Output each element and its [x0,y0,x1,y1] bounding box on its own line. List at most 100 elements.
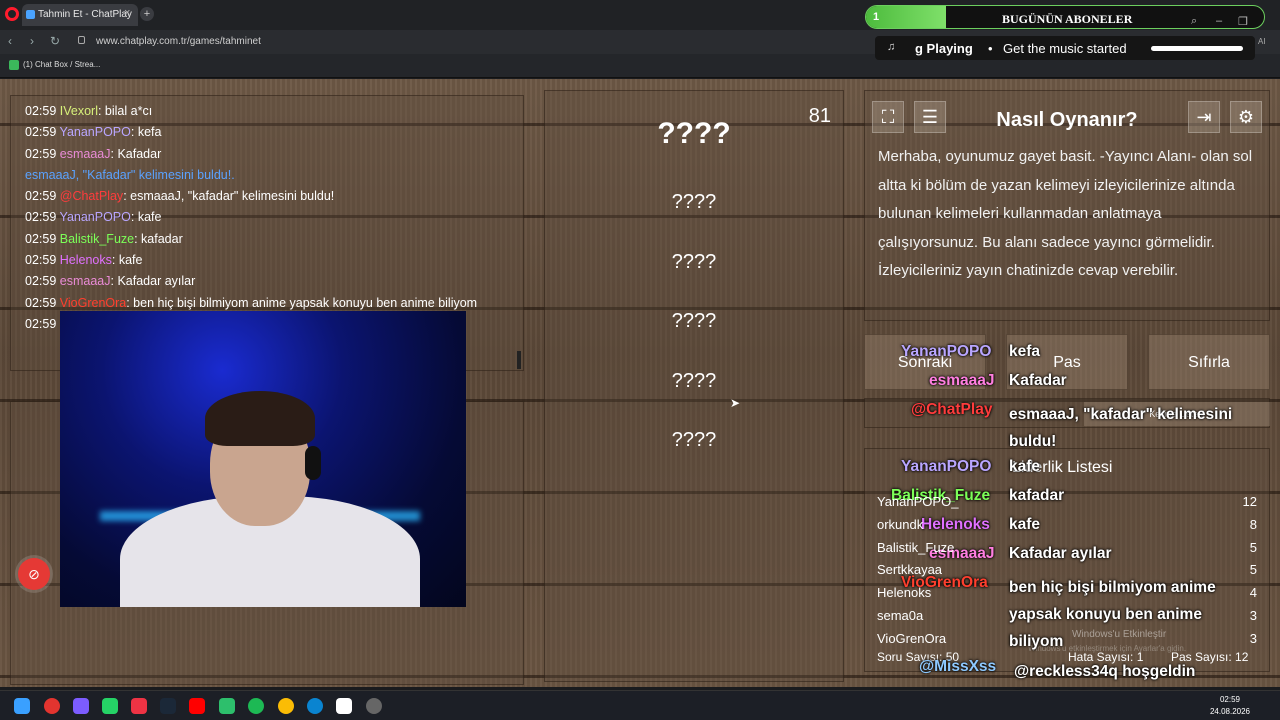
leaderboard-name: VioGrenOra [877,630,947,646]
chat-system-text: esmaaaJ, "Kafadar" kelimesini buldu!. [25,167,235,182]
reload-icon[interactable]: ↻ [50,34,60,48]
webcam-feed [60,311,466,607]
leaderboard-score: 5 [1249,562,1257,578]
chat-text: : kafadar [134,231,183,246]
chat-text: : kefa [130,125,162,140]
headphone-icon [305,446,321,480]
chat-username[interactable]: IVexorl [60,104,98,118]
chat-username[interactable]: Balistik_Fuze [60,232,134,246]
discord-icon[interactable] [73,698,89,714]
chat-time: 02:59 [25,210,57,225]
chat-username[interactable]: YananPOPO [60,210,131,224]
overlay-chat-text: kafe [1009,516,1041,533]
whatsapp-icon[interactable] [102,698,118,714]
app2-icon[interactable] [219,698,235,714]
taskbar: 02:59 24.08.2026 [0,690,1280,720]
music-status: g Playing [915,41,973,56]
chat-message: 02:59 YananPOPO: kefa [25,122,509,143]
chat-message: 02:59 esmaaaJ: Kafadar ayılar [25,271,509,292]
chat-username[interactable]: esmaaaJ [60,147,111,161]
chat-username[interactable]: VioGrenOra [60,296,126,310]
chat-text: : Kafadar [110,146,162,161]
steam-icon[interactable] [160,698,176,714]
chat-scrollbar[interactable] [517,351,521,369]
leaderboard-score: 4 [1249,585,1257,601]
browser-tab[interactable]: Tahmin Et - ChatPlay [22,4,138,26]
chat-text: : kafe [111,253,143,268]
chat-message: 02:59 Balistik_Fuze: kafadar [25,229,509,250]
clock-date: 24.08.2026 [1209,707,1250,716]
edge-icon[interactable] [307,698,323,714]
overlay-chat-username: @ChatPlay [911,401,993,418]
record-icon[interactable]: ⊘ [18,558,50,590]
streamer-hair [205,391,315,446]
chat-username[interactable]: Helenoks [60,253,112,267]
opera-logo-icon[interactable] [5,7,19,21]
leaderboard-name: Helenoks [877,585,932,601]
chat-text: : ben hiç bişi bilmiyom anime yapsak kon… [126,295,478,310]
windows-start-icon[interactable] [14,698,30,714]
music-note-icon: ♫ [887,41,896,53]
new-tab-button[interactable]: + [140,7,154,21]
tab-close-icon[interactable]: × [124,8,130,19]
leaderboard-score: 12 [1242,494,1257,509]
tab-favicon-icon [26,10,35,19]
chat-message: 02:59 IVexorl: bilal a*cı [25,101,509,122]
overlay-chat-text: kafe [1009,458,1041,475]
youtube-icon[interactable] [189,698,205,714]
chrome-icon[interactable] [278,698,294,714]
chat-username[interactable]: YananPOPO [60,125,131,139]
overlay-chat-text: kefa [1009,343,1041,360]
leaderboard-score: 5 [1249,539,1257,555]
chat-message: 02:59 YananPOPO: kafe [25,207,509,228]
music-text: Get the music started [1003,41,1127,56]
leaderboard-name: Balistik_Fuze [877,539,955,555]
back-icon[interactable]: ‹ [8,34,12,48]
search-icon[interactable]: ⌕ [1191,15,1197,28]
tab-title: Tahmin Et - ChatPlay [38,9,132,20]
subscriber-goal-bar: 1 BUGÜNÜN ABONELER ⌕ – ❐ [865,5,1265,29]
overlay-chat-username: YananPOPO [901,343,992,360]
chat-time: 02:59 [25,189,57,204]
hidden-word: ???? [671,369,717,392]
chat-username[interactable]: esmaaaJ [60,274,111,288]
url-field[interactable]: www.chatplay.com.tr/games/tahminet [96,36,261,47]
chat-time: 02:59 [25,231,57,246]
music-separator: • [988,41,993,56]
chat-message: esmaaaJ, "Kafadar" kelimesini buldu!. [25,165,509,186]
overlay-chat-text: Kafadar [1009,372,1067,389]
lock-icon [78,36,85,44]
chat-time: 02:59 [25,253,57,268]
hidden-word: ???? [671,310,717,332]
chat-text: : Kafadar ayılar [110,274,196,289]
chat-text: : bilal a*cı [97,104,153,118]
forward-icon[interactable]: › [30,34,34,48]
howto-panel: ⛶ ☰ Nasıl Oynanır? ⇥ ⚙ Merhaba, oyunumuz… [864,90,1270,321]
howto-text: Merhaba, oyunumuz gayet basit. -Yayıncı … [878,148,1253,280]
hidden-word: ???? [671,429,717,451]
leaderboard-name: YananPOPO_ [877,494,959,509]
overlay-chat-text: ben hiç bişi bilmiyom anime yapsak konuy… [1009,579,1216,650]
settings-icon[interactable] [366,698,382,714]
reset-button[interactable]: Sıfırla [1148,334,1270,390]
hidden-word: ???? [671,191,717,213]
spotify-icon[interactable] [248,698,264,714]
restore-icon[interactable]: ❐ [1238,15,1248,28]
words-panel: 81 ???? ???????????????????? [544,90,844,682]
overlay-chat-text: esmaaaJ, "kafadar" kelimesini buldu! [1009,406,1233,450]
exit-icon[interactable]: ⇥ [1188,101,1220,133]
minimize-icon[interactable]: – [1216,15,1222,27]
music-progress [1151,46,1243,51]
chat-text: : kafe [130,210,162,225]
chat-username[interactable]: @ChatPlay [60,189,123,203]
leaderboard-score: 3 [1249,608,1257,623]
app-icon[interactable] [131,698,147,714]
leaderboard-score: 8 [1249,516,1257,532]
hidden-word: ???? [671,250,717,273]
gear-icon[interactable]: ⚙ [1230,101,1262,133]
bookmark-chatbox[interactable]: (1) Chat Box / Strea... [9,60,100,70]
opera-taskbar-icon[interactable] [44,698,60,714]
overlay-chat-username: esmaaaJ [929,372,995,389]
ai-label: AI [1258,37,1266,46]
yandex-icon[interactable] [336,698,352,714]
